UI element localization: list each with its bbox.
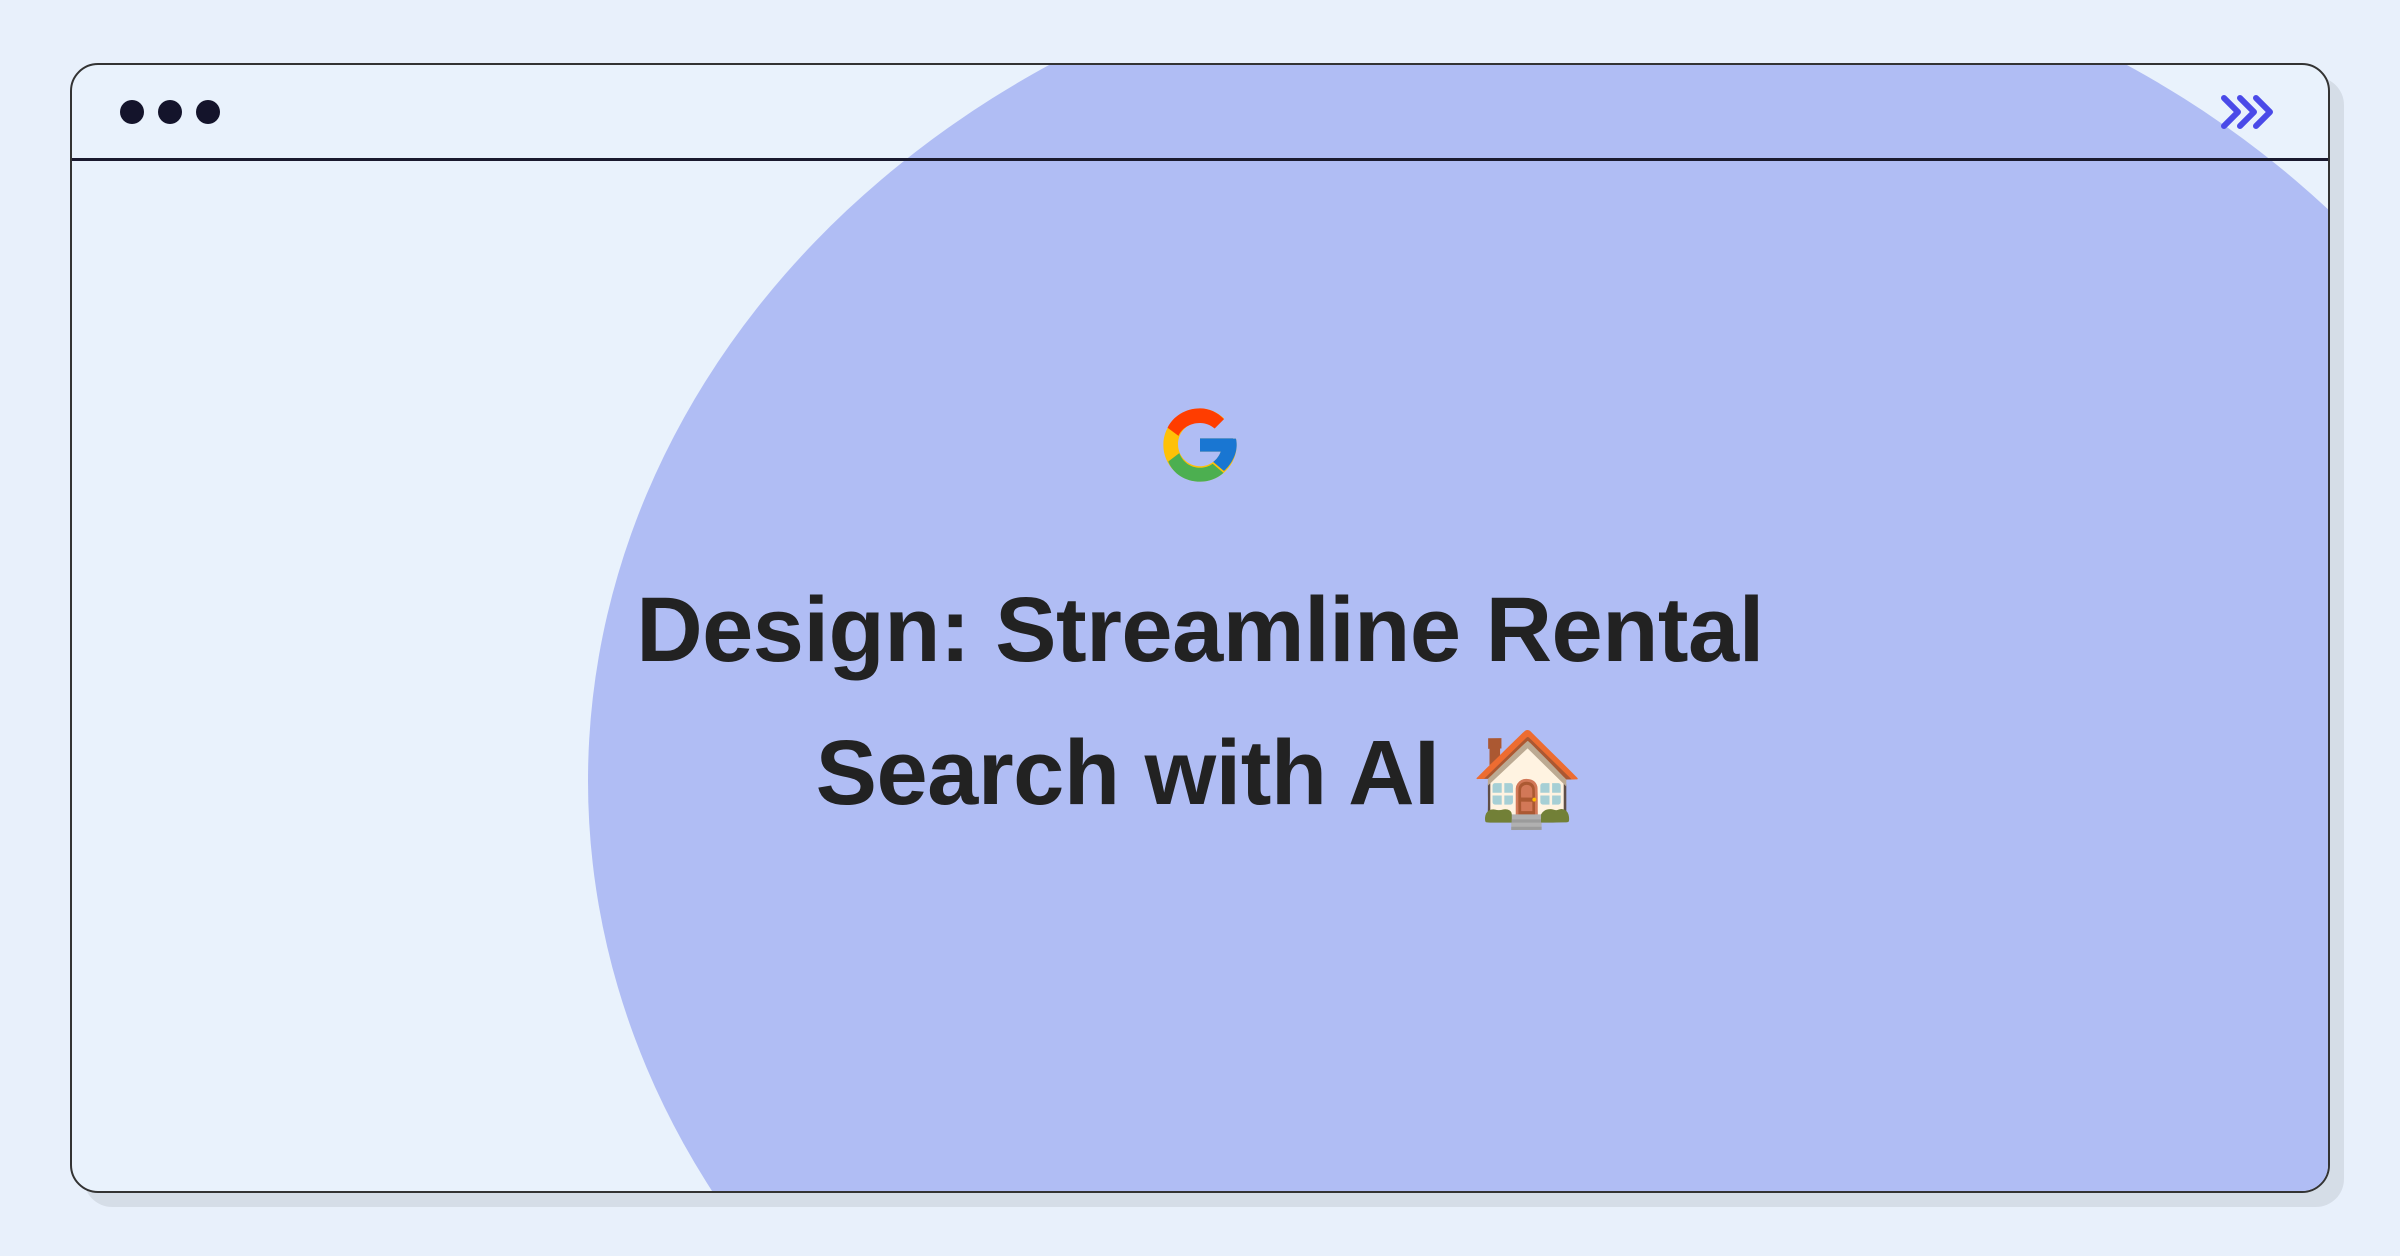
window-dot-1[interactable] [120, 100, 144, 124]
content-area: Design: Streamline Rental Search with AI… [72, 161, 2328, 1191]
window-dot-3[interactable] [196, 100, 220, 124]
logo-container [1156, 401, 1244, 489]
browser-window: Design: Streamline Rental Search with AI… [70, 63, 2330, 1193]
headline: Design: Streamline Rental Search with AI… [636, 559, 1764, 850]
window-controls [120, 100, 220, 124]
headline-line-1: Design: Streamline Rental [636, 579, 1764, 681]
google-logo-icon [1156, 401, 1244, 489]
headline-line-2: Search with AI [816, 722, 1440, 824]
house-emoji-icon: 🏠 [1470, 708, 1584, 851]
window-titlebar [72, 65, 2328, 161]
window-dot-2[interactable] [158, 100, 182, 124]
forward-chevrons-icon[interactable] [2220, 92, 2280, 132]
